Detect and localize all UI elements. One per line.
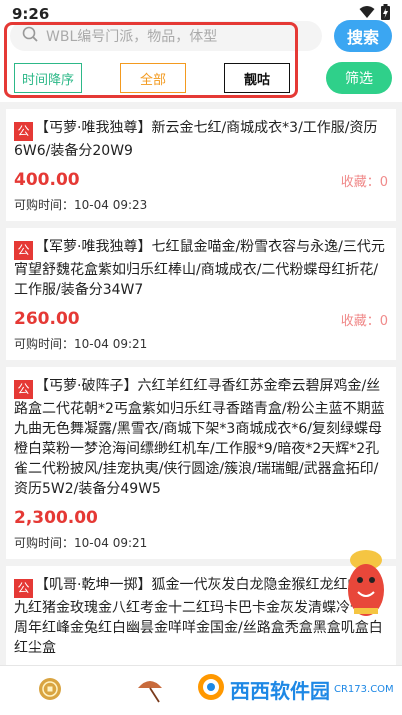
public-tag: 公	[14, 380, 33, 399]
watermark: 西西软件园 CR173.COM	[196, 672, 394, 706]
listing-time: 10-04 09:21	[74, 337, 148, 351]
filter-button[interactable]: 筛选	[326, 62, 392, 94]
listing-desc: 【丐萝·破阵子】六红羊红红寻香红苏金牵云碧屏鸡金/丝路盒二代花朝*2丐盒紫如归乐…	[14, 378, 385, 497]
listing-card[interactable]: 公【叽哥·乾坤一掷】狐金一代灰发白龙隐金猴红龙红蛇红九红猪金玫瑰金八红考金十二红…	[6, 566, 396, 666]
listing-price: 2,300.00	[14, 508, 98, 528]
listing-price: 400.00	[14, 170, 80, 190]
watermark-url: CR173.COM	[334, 683, 394, 695]
public-tag: 公	[14, 579, 33, 598]
nav-umbrella[interactable]	[100, 674, 200, 708]
public-tag: 公	[14, 122, 33, 141]
search-button[interactable]: 搜索	[334, 20, 392, 52]
listing-time: 10-04 09:23	[74, 198, 148, 212]
sort-time-desc-chip[interactable]: 时间降序	[14, 63, 82, 93]
time-label: 可购时间：	[14, 198, 75, 212]
umbrella-icon	[135, 674, 165, 708]
listing-card[interactable]: 公【军萝·唯我独尊】七红鼠金喵金/粉雪衣容与永逸/三代元宵望舒魏花盒紫如归乐红棒…	[6, 228, 396, 360]
public-tag: 公	[14, 241, 33, 260]
time-label: 可购时间：	[14, 536, 75, 550]
listing-price: 260.00	[14, 309, 80, 329]
mascot-icon[interactable]	[340, 546, 392, 630]
nav-coin[interactable]	[0, 676, 100, 706]
search-input[interactable]: WBL编号门派，物品，体型	[10, 21, 322, 51]
favorite-count[interactable]: 收藏：0	[341, 310, 388, 329]
favorite-count[interactable]: 收藏：0	[341, 171, 388, 190]
listing-desc: 【军萝·唯我独尊】七红鼠金喵金/粉雪衣容与永逸/三代元宵望舒魏花盒紫如归乐红棒山…	[14, 239, 385, 298]
time-label: 可购时间：	[14, 337, 75, 351]
filter-hot-chip[interactable]: 靓咕	[224, 63, 290, 93]
listing-desc: 【丐萝·唯我独尊】新云金七红/商城成衣*3/工作服/资历6W6/装备分20W9	[14, 120, 378, 159]
watermark-text: 西西软件园	[230, 678, 330, 703]
header-panel: WBL编号门派，物品，体型 搜索 时间降序 全部 靓咕 筛选	[0, 20, 402, 102]
coin-icon	[37, 676, 63, 706]
listing-card[interactable]: 公【丐萝·唯我独尊】新云金七红/商城成衣*3/工作服/资历6W6/装备分20W9…	[6, 109, 396, 221]
search-icon	[22, 26, 46, 46]
listing-desc: 【叽哥·乾坤一掷】狐金一代灰发白龙隐金猴红龙红蛇红九红猪金玫瑰金八红考金十二红玛…	[14, 577, 383, 656]
search-placeholder: WBL编号门派，物品，体型	[46, 29, 218, 45]
watermark-logo-icon	[196, 672, 226, 706]
filter-all-chip[interactable]: 全部	[120, 63, 186, 93]
listing-time: 10-04 09:21	[74, 536, 148, 550]
listing-card[interactable]: 公【丐萝·破阵子】六红羊红红寻香红苏金牵云碧屏鸡金/丝路盒二代花朝*2丐盒紫如归…	[6, 367, 396, 559]
